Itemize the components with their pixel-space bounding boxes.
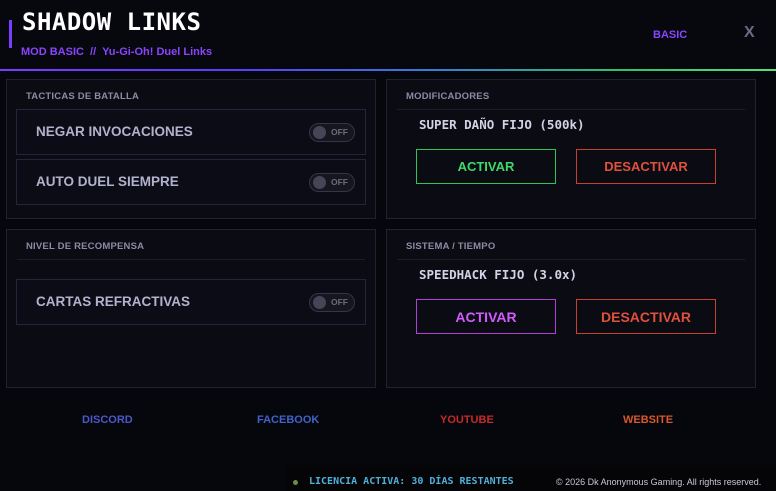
toggle-row-negar-invocaciones: NEGAR INVOCACIONES OFF: [16, 109, 366, 155]
panel-divider: [397, 259, 745, 260]
panel-divider: [17, 259, 365, 260]
speedhack-label: SPEEDHACK FIJO (3.0x): [419, 267, 578, 282]
panel-title: SISTEMA / TIEMPO: [406, 241, 496, 252]
panel-modifiers: MODIFICADORES SUPER DAÑO FIJO (500k) ACT…: [386, 79, 756, 219]
auto-duel-toggle[interactable]: OFF: [309, 173, 355, 192]
toggle-state: OFF: [331, 177, 348, 187]
license-status: LICENCIA ACTIVA: 30 DÍAS RESTANTES: [309, 476, 514, 487]
header-gradient-divider: [0, 69, 776, 71]
panel-title: TACTICAS DE BATALLA: [26, 91, 140, 102]
toggle-label: AUTO DUEL SIEMPRE: [36, 174, 179, 189]
youtube-link[interactable]: YOUTUBE: [440, 414, 494, 426]
toggle-state: OFF: [331, 297, 348, 307]
toggle-knob: [313, 176, 326, 189]
toggle-row-cartas-refractivas: CARTAS REFRACTIVAS OFF: [16, 279, 366, 325]
speedhack-activate-button[interactable]: ACTIVAR: [416, 299, 556, 334]
damage-mod-label: SUPER DAÑO FIJO (500k): [419, 117, 585, 132]
negar-invocaciones-toggle[interactable]: OFF: [309, 123, 355, 142]
panel-battle-tactics: TACTICAS DE BATALLA NEGAR INVOCACIONES O…: [6, 79, 376, 219]
title-accent-bar: [9, 20, 12, 48]
facebook-link[interactable]: FACEBOOK: [257, 414, 319, 426]
copyright: © 2026 Dk Anonymous Gaming. All rights r…: [556, 477, 762, 487]
toggle-knob: [313, 296, 326, 309]
cartas-refractivas-toggle[interactable]: OFF: [309, 293, 355, 312]
header: SHADOW LINKS MOD BASIC // Yu-Gi-Oh! Duel…: [0, 0, 776, 70]
toggle-label: NEGAR INVOCACIONES: [36, 124, 193, 139]
discord-link[interactable]: DISCORD: [82, 414, 133, 426]
toggle-row-auto-duel: AUTO DUEL SIEMPRE OFF: [16, 159, 366, 205]
toggle-label: CARTAS REFRACTIVAS: [36, 294, 190, 309]
panel-title: NIVEL DE RECOMPENSA: [26, 241, 145, 252]
damage-activate-button[interactable]: ACTIVAR: [416, 149, 556, 184]
panel-title: MODIFICADORES: [406, 91, 490, 102]
app-subtitle: MOD BASIC // Yu-Gi-Oh! Duel Links: [21, 46, 213, 58]
status-bar: LICENCIA ACTIVA: 30 DÍAS RESTANTES © 202…: [286, 465, 776, 491]
status-dot-icon: [293, 480, 298, 485]
toggle-knob: [313, 126, 326, 139]
toggle-state: OFF: [331, 127, 348, 137]
damage-deactivate-button[interactable]: DESACTIVAR: [576, 149, 716, 184]
mode-label[interactable]: BASIC: [653, 29, 687, 41]
close-button[interactable]: X: [744, 24, 755, 42]
footer-links: DISCORD FACEBOOK YOUTUBE WEBSITE: [0, 388, 776, 465]
app-title: SHADOW LINKS: [22, 8, 202, 36]
panel-reward-level: NIVEL DE RECOMPENSA CARTAS REFRACTIVAS O…: [6, 229, 376, 388]
panel-divider: [397, 109, 745, 110]
speedhack-deactivate-button[interactable]: DESACTIVAR: [576, 299, 716, 334]
panel-system-time: SISTEMA / TIEMPO SPEEDHACK FIJO (3.0x) A…: [386, 229, 756, 388]
website-link[interactable]: WEBSITE: [623, 414, 673, 426]
